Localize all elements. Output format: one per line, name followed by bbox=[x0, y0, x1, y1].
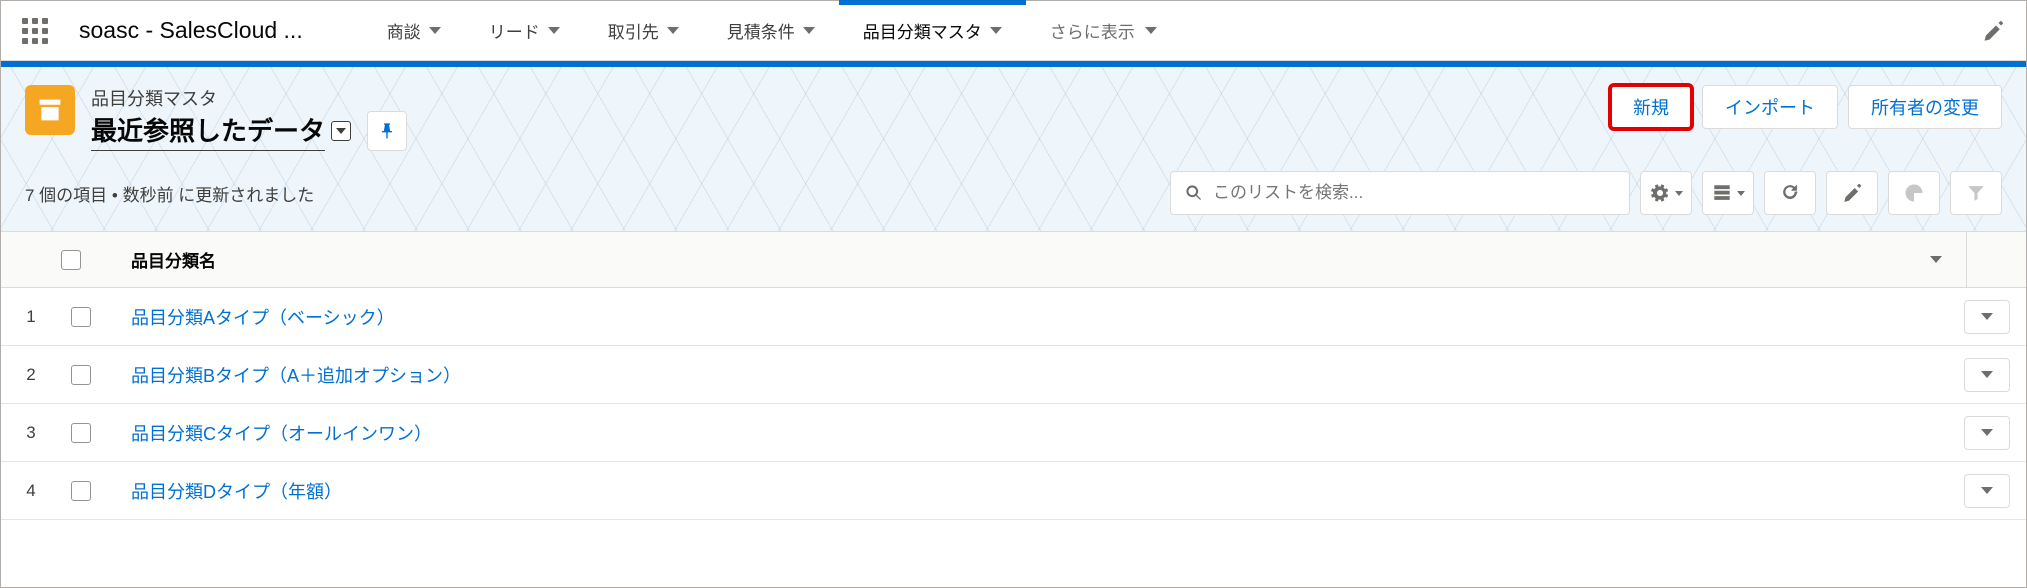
chevron-down-icon bbox=[1981, 371, 1993, 378]
row-checkbox[interactable] bbox=[71, 481, 91, 501]
nav-tab-quote-condition[interactable]: 見積条件 bbox=[703, 1, 839, 60]
nav-tabs: 商談 リード 取引先 見積条件 品目分類マスタ さらに表示 bbox=[363, 1, 1181, 60]
select-all-checkbox[interactable] bbox=[61, 250, 81, 270]
list-search[interactable] bbox=[1170, 171, 1630, 215]
chart-icon bbox=[1904, 183, 1924, 203]
nav-tab-item-category-master[interactable]: 品目分類マスタ bbox=[839, 1, 1026, 60]
search-input[interactable] bbox=[1213, 183, 1615, 203]
refresh-icon bbox=[1780, 183, 1800, 203]
nav-tab-label: リード bbox=[489, 18, 540, 43]
global-nav: soasc - SalesCloud ... 商談 リード 取引先 見積条件 品… bbox=[1, 1, 2026, 61]
import-button[interactable]: インポート bbox=[1702, 85, 1838, 129]
row-name-cell: 品目分類Cタイプ（オールインワン） bbox=[131, 420, 432, 446]
refresh-button[interactable] bbox=[1764, 171, 1816, 215]
column-header-name[interactable]: 品目分類名 bbox=[131, 247, 216, 272]
record-link[interactable]: 品目分類Cタイプ（オールインワン） bbox=[131, 424, 432, 444]
table-row: 4 品目分類Dタイプ（年額） bbox=[1, 462, 2026, 520]
nav-tab-label: 品目分類マスタ bbox=[863, 18, 982, 43]
display-as-button[interactable] bbox=[1702, 171, 1754, 215]
list-meta: 7 個の項目 • 数秒前 に更新されました bbox=[25, 181, 314, 206]
nav-tab-opportunity[interactable]: 商談 bbox=[363, 1, 465, 60]
nav-tab-label: 見積条件 bbox=[727, 18, 795, 43]
data-table: 品目分類名 1 品目分類Aタイプ（ベーシック） 2 品目分類Bタイプ（A＋追加オ… bbox=[1, 231, 2026, 520]
row-index: 2 bbox=[1, 365, 61, 385]
table-icon bbox=[1712, 183, 1732, 203]
row-name-cell: 品目分類Bタイプ（A＋追加オプション） bbox=[131, 362, 461, 388]
row-select-cell bbox=[61, 423, 131, 443]
row-checkbox[interactable] bbox=[71, 365, 91, 385]
app-name: soasc - SalesCloud ... bbox=[79, 17, 303, 44]
pencil-icon bbox=[1842, 183, 1862, 203]
row-index: 1 bbox=[1, 307, 61, 327]
list-header: 品目分類マスタ 最近参照したデータ 新規 インポート 所有者の変更 7 個の項目… bbox=[1, 67, 2026, 231]
row-name-cell: 品目分類Aタイプ（ベーシック） bbox=[131, 304, 395, 330]
row-checkbox[interactable] bbox=[71, 423, 91, 443]
header-actions: 新規 インポート 所有者の変更 bbox=[1610, 85, 2002, 129]
nav-tab-label: 商談 bbox=[387, 18, 421, 43]
chevron-down-icon bbox=[803, 27, 815, 34]
chevron-down-icon bbox=[990, 27, 1002, 34]
chart-button[interactable] bbox=[1888, 171, 1940, 215]
record-link[interactable]: 品目分類Bタイプ（A＋追加オプション） bbox=[131, 366, 461, 386]
chevron-down-icon bbox=[1737, 191, 1745, 196]
table-row: 1 品目分類Aタイプ（ベーシック） bbox=[1, 288, 2026, 346]
chevron-down-icon bbox=[1981, 487, 1993, 494]
chevron-down-icon bbox=[1675, 191, 1683, 196]
search-icon bbox=[1185, 184, 1203, 202]
filter-icon bbox=[1966, 183, 1986, 203]
column-actions-cell bbox=[1966, 232, 2026, 287]
row-select-cell bbox=[61, 481, 131, 501]
pencil-icon[interactable] bbox=[1982, 20, 2004, 42]
chevron-down-icon bbox=[429, 27, 441, 34]
object-label: 品目分類マスタ bbox=[91, 85, 407, 111]
pin-list-button[interactable] bbox=[367, 111, 407, 151]
row-actions-button[interactable] bbox=[1964, 358, 2010, 392]
archive-icon bbox=[25, 85, 75, 135]
new-button[interactable]: 新規 bbox=[1610, 85, 1692, 129]
record-link[interactable]: 品目分類Dタイプ（年額） bbox=[131, 482, 342, 502]
row-actions-button[interactable] bbox=[1964, 300, 2010, 334]
inline-edit-button[interactable] bbox=[1826, 171, 1878, 215]
column-sort-icon[interactable] bbox=[1930, 256, 1942, 263]
row-index: 4 bbox=[1, 481, 61, 501]
change-owner-button[interactable]: 所有者の変更 bbox=[1848, 85, 2002, 129]
filter-button[interactable] bbox=[1950, 171, 2002, 215]
row-name-cell: 品目分類Dタイプ（年額） bbox=[131, 478, 342, 504]
nav-tab-account[interactable]: 取引先 bbox=[584, 1, 703, 60]
nav-tab-lead[interactable]: リード bbox=[465, 1, 584, 60]
record-link[interactable]: 品目分類Aタイプ（ベーシック） bbox=[131, 308, 395, 328]
table-row: 3 品目分類Cタイプ（オールインワン） bbox=[1, 404, 2026, 462]
gear-icon bbox=[1650, 183, 1670, 203]
select-all-cell bbox=[61, 250, 131, 270]
list-view-switcher[interactable] bbox=[331, 121, 351, 141]
list-view-name[interactable]: 最近参照したデータ bbox=[91, 111, 325, 151]
row-select-cell bbox=[61, 365, 131, 385]
chevron-down-icon bbox=[1981, 429, 1993, 436]
list-toolbar bbox=[1170, 171, 2002, 215]
chevron-down-icon bbox=[1145, 27, 1157, 34]
row-checkbox[interactable] bbox=[71, 307, 91, 327]
row-index: 3 bbox=[1, 423, 61, 443]
app-launcher-icon[interactable] bbox=[19, 15, 51, 47]
table-row: 2 品目分類Bタイプ（A＋追加オプション） bbox=[1, 346, 2026, 404]
chevron-down-icon bbox=[1981, 313, 1993, 320]
nav-more-tabs[interactable]: さらに表示 bbox=[1026, 1, 1181, 60]
row-select-cell bbox=[61, 307, 131, 327]
chevron-down-icon bbox=[548, 27, 560, 34]
table-header: 品目分類名 bbox=[1, 232, 2026, 288]
nav-more-label: さらに表示 bbox=[1050, 18, 1135, 43]
chevron-down-icon bbox=[667, 27, 679, 34]
nav-tab-label: 取引先 bbox=[608, 18, 659, 43]
list-controls-button[interactable] bbox=[1640, 171, 1692, 215]
row-actions-button[interactable] bbox=[1964, 416, 2010, 450]
chevron-down-icon bbox=[336, 128, 346, 134]
row-actions-button[interactable] bbox=[1964, 474, 2010, 508]
